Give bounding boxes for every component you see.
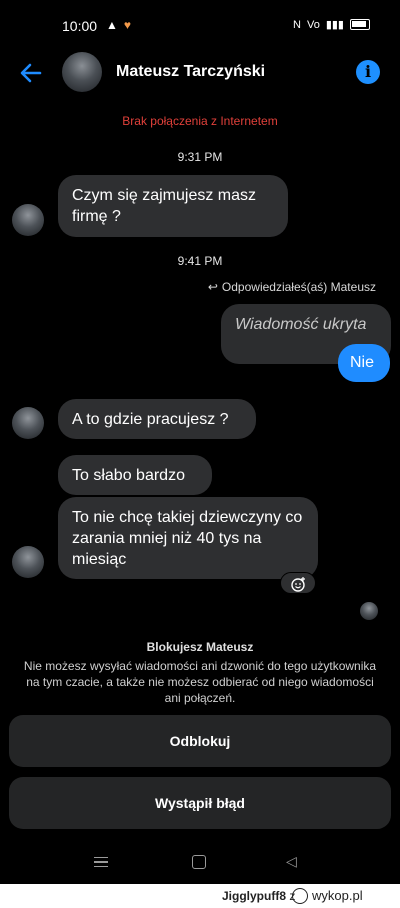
block-notice-description: Nie możesz wysyłać wiadomości ani dzwoni… (23, 659, 377, 705)
reply-label: Odpowiedziałeś(aś) Mateusz (221, 280, 376, 294)
timestamp: 9:41 PM (177, 254, 223, 268)
signal-icon: ▮▮▮ (325, 19, 344, 31)
unblock-button[interactable]: Odblokuj (9, 715, 391, 767)
seen-avatar (360, 602, 378, 620)
message-bubble-incoming[interactable]: To nie chcę takiej dziewczyny co zarania… (58, 497, 318, 579)
home-icon[interactable] (192, 855, 206, 869)
sender-avatar[interactable] (12, 407, 44, 439)
status-bar: 10:00 ▲ ♥ N Vo ▮▮▮ (0, 0, 400, 52)
back-arrow-icon[interactable] (18, 60, 44, 86)
back-triangle-icon[interactable]: ◁ (286, 853, 297, 870)
volte-icon: Vo (306, 18, 320, 31)
battery-icon (350, 19, 370, 30)
sender-avatar[interactable] (12, 546, 44, 578)
info-icon[interactable]: i (356, 60, 380, 84)
watermark-footer: Jigglypuff8 z wykop.pl (0, 884, 400, 908)
block-notice-title: Blokujesz Mateusz (146, 640, 254, 654)
warning-icon: ▲ (106, 18, 118, 32)
timestamp: 9:31 PM (177, 150, 223, 164)
chat-header: Mateusz Tarczyński i (0, 52, 400, 96)
error-button[interactable]: Wystąpił błąd (9, 777, 391, 829)
status-system-icons: N Vo ▮▮▮ (293, 18, 370, 31)
message-bubble-incoming[interactable]: To słabo bardzo (58, 455, 212, 495)
contact-name[interactable]: Mateusz Tarczyński (116, 63, 265, 81)
sender-avatar[interactable] (12, 204, 44, 236)
status-notification-icons: ▲ ♥ (106, 18, 131, 32)
recents-icon[interactable] (94, 857, 108, 867)
reply-icon: ↩ (207, 280, 218, 294)
status-time: 10:00 (62, 18, 98, 34)
message-bubble-outgoing[interactable]: Nie (338, 344, 390, 382)
add-reaction-button[interactable] (280, 572, 316, 594)
watermark-brand: wykop.pl (312, 888, 363, 903)
nfc-icon: N (293, 18, 301, 31)
reply-indicator: ↩ Odpowiedziałeś(aś) Mateusz (208, 280, 376, 294)
contact-avatar[interactable] (62, 52, 102, 92)
wykop-logo-icon (292, 888, 308, 904)
heart-icon: ♥ (123, 18, 132, 32)
system-navigation-bar: ◁ (0, 845, 400, 881)
watermark-user: Jigglypuff8 z (222, 889, 296, 903)
smiley-plus-icon (291, 577, 305, 592)
message-bubble-incoming[interactable]: Czym się zajmujesz masz firmę ? (58, 175, 288, 237)
message-bubble-incoming[interactable]: A to gdzie pracujesz ? (58, 399, 256, 439)
connection-banner: Brak połączenia z Internetem (122, 114, 278, 128)
